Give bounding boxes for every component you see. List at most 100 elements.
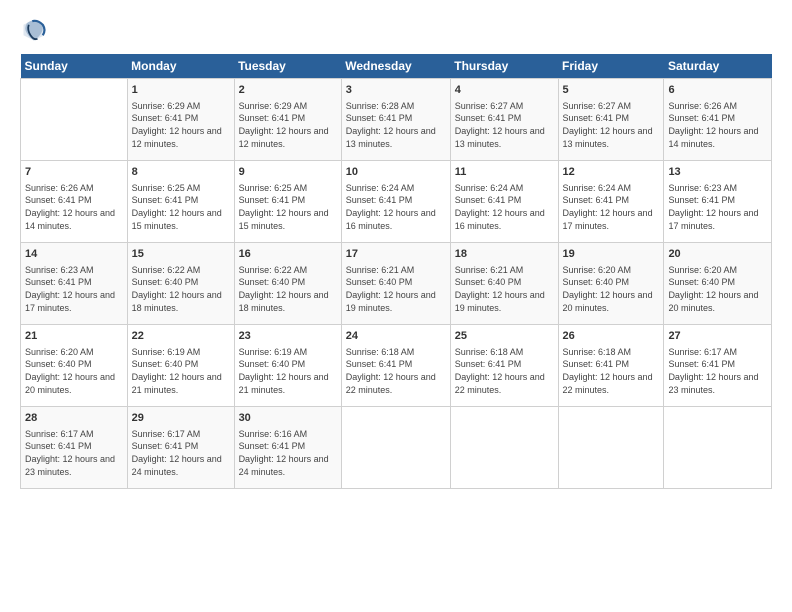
day-number: 25 (455, 329, 554, 344)
calendar-cell: 26Sunrise: 6:18 AMSunset: 6:41 PMDayligh… (558, 325, 664, 407)
day-info: Sunrise: 6:25 AMSunset: 6:41 PMDaylight:… (132, 182, 230, 232)
day-info: Sunrise: 6:18 AMSunset: 6:41 PMDaylight:… (455, 346, 554, 396)
calendar-cell: 16Sunrise: 6:22 AMSunset: 6:40 PMDayligh… (234, 243, 341, 325)
day-number: 13 (668, 165, 767, 180)
weekday-header-wednesday: Wednesday (341, 54, 450, 79)
weekday-header-tuesday: Tuesday (234, 54, 341, 79)
calendar-cell: 9 Sunrise: 6:25 AMSunset: 6:41 PMDaylight… (234, 161, 341, 243)
day-number: 24 (346, 329, 446, 344)
calendar-cell (664, 407, 772, 489)
weekday-header-row: SundayMondayTuesdayWednesdayThursdayFrid… (21, 54, 772, 79)
calendar-cell: 7Sunrise: 6:26 AMSunset: 6:41 PMDaylight… (21, 161, 128, 243)
calendar-cell: 17 Sunrise: 6:21 AMSunset: 6:40 PMDayligh… (341, 243, 450, 325)
day-number: 19 (563, 247, 660, 262)
calendar-week-4: 21 Sunrise: 6:20 AMSunset: 6:40 PMDayligh… (21, 325, 772, 407)
calendar-cell: 22Sunrise: 6:19 AMSunset: 6:40 PMDayligh… (127, 325, 234, 407)
day-info: Sunrise: 6:17 AMSunset: 6:41 PMDaylight:… (668, 346, 767, 396)
calendar-cell: 13 Sunrise: 6:23 AMSunset: 6:41 PMDayligh… (664, 161, 772, 243)
calendar-cell: 27 Sunrise: 6:17 AMSunset: 6:41 PMDayligh… (664, 325, 772, 407)
day-info: Sunrise: 6:24 AMSunset: 6:41 PMDaylight:… (455, 182, 554, 232)
day-number: 17 (346, 247, 446, 262)
header (20, 16, 772, 44)
day-info: Sunrise: 6:24 AMSunset: 6:41 PMDaylight:… (346, 182, 446, 232)
calendar-cell: 12 Sunrise: 6:24 AMSunset: 6:41 PMDayligh… (558, 161, 664, 243)
calendar-cell: 24 Sunrise: 6:18 AMSunset: 6:41 PMDayligh… (341, 325, 450, 407)
calendar-cell: 23Sunrise: 6:19 AMSunset: 6:40 PMDayligh… (234, 325, 341, 407)
calendar-cell: 19Sunrise: 6:20 AMSunset: 6:40 PMDayligh… (558, 243, 664, 325)
weekday-header-monday: Monday (127, 54, 234, 79)
day-info: Sunrise: 6:20 AMSunset: 6:40 PMDaylight:… (25, 346, 123, 396)
day-number: 7 (25, 165, 123, 180)
day-info: Sunrise: 6:18 AMSunset: 6:41 PMDaylight:… (346, 346, 446, 396)
day-info: Sunrise: 6:28 AMSunset: 6:41 PMDaylight:… (346, 100, 446, 150)
day-number: 15 (132, 247, 230, 262)
day-info: Sunrise: 6:19 AMSunset: 6:40 PMDaylight:… (239, 346, 337, 396)
calendar-cell: 10 Sunrise: 6:24 AMSunset: 6:41 PMDayligh… (341, 161, 450, 243)
calendar-cell: 15 Sunrise: 6:22 AMSunset: 6:40 PMDayligh… (127, 243, 234, 325)
day-number: 18 (455, 247, 554, 262)
calendar-cell: 4 Sunrise: 6:27 AMSunset: 6:41 PMDaylight… (450, 79, 558, 161)
day-info: Sunrise: 6:21 AMSunset: 6:40 PMDaylight:… (346, 264, 446, 314)
day-number: 21 (25, 329, 123, 344)
day-info: Sunrise: 6:23 AMSunset: 6:41 PMDaylight:… (668, 182, 767, 232)
day-number: 26 (563, 329, 660, 344)
day-info: Sunrise: 6:27 AMSunset: 6:41 PMDaylight:… (563, 100, 660, 150)
logo (20, 16, 50, 44)
day-info: Sunrise: 6:17 AMSunset: 6:41 PMDaylight:… (132, 428, 230, 478)
day-info: Sunrise: 6:29 AMSunset: 6:41 PMDaylight:… (132, 100, 230, 150)
day-info: Sunrise: 6:29 AMSunset: 6:41 PMDaylight:… (239, 100, 337, 150)
calendar-week-1: 1 Sunrise: 6:29 AMSunset: 6:41 PMDaylight… (21, 79, 772, 161)
calendar-cell: 14 Sunrise: 6:23 AMSunset: 6:41 PMDayligh… (21, 243, 128, 325)
day-number: 9 (239, 165, 337, 180)
day-info: Sunrise: 6:22 AMSunset: 6:40 PMDaylight:… (132, 264, 230, 314)
calendar-cell: 2 Sunrise: 6:29 AMSunset: 6:41 PMDaylight… (234, 79, 341, 161)
day-number: 27 (668, 329, 767, 344)
calendar-cell: 25 Sunrise: 6:18 AMSunset: 6:41 PMDayligh… (450, 325, 558, 407)
calendar-cell: 8 Sunrise: 6:25 AMSunset: 6:41 PMDaylight… (127, 161, 234, 243)
calendar-cell: 5 Sunrise: 6:27 AMSunset: 6:41 PMDaylight… (558, 79, 664, 161)
logo-icon (20, 16, 48, 44)
calendar-cell: 20Sunrise: 6:20 AMSunset: 6:40 PMDayligh… (664, 243, 772, 325)
weekday-header-sunday: Sunday (21, 54, 128, 79)
day-number: 30 (239, 411, 337, 426)
calendar-table: SundayMondayTuesdayWednesdayThursdayFrid… (20, 54, 772, 489)
day-info: Sunrise: 6:21 AMSunset: 6:40 PMDaylight:… (455, 264, 554, 314)
day-number: 11 (455, 165, 554, 180)
day-number: 16 (239, 247, 337, 262)
calendar-week-2: 7Sunrise: 6:26 AMSunset: 6:41 PMDaylight… (21, 161, 772, 243)
day-info: Sunrise: 6:20 AMSunset: 6:40 PMDaylight:… (668, 264, 767, 314)
day-info: Sunrise: 6:23 AMSunset: 6:41 PMDaylight:… (25, 264, 123, 314)
calendar-week-3: 14 Sunrise: 6:23 AMSunset: 6:41 PMDayligh… (21, 243, 772, 325)
weekday-header-friday: Friday (558, 54, 664, 79)
calendar-cell: 28Sunrise: 6:17 AMSunset: 6:41 PMDayligh… (21, 407, 128, 489)
day-number: 1 (132, 83, 230, 98)
page: SundayMondayTuesdayWednesdayThursdayFrid… (0, 0, 792, 612)
day-info: Sunrise: 6:17 AMSunset: 6:41 PMDaylight:… (25, 428, 123, 478)
day-number: 4 (455, 83, 554, 98)
calendar-cell: 18 Sunrise: 6:21 AMSunset: 6:40 PMDayligh… (450, 243, 558, 325)
calendar-cell: 3 Sunrise: 6:28 AMSunset: 6:41 PMDaylight… (341, 79, 450, 161)
day-number: 14 (25, 247, 123, 262)
weekday-header-thursday: Thursday (450, 54, 558, 79)
day-info: Sunrise: 6:26 AMSunset: 6:41 PMDaylight:… (668, 100, 767, 150)
day-number: 3 (346, 83, 446, 98)
day-info: Sunrise: 6:27 AMSunset: 6:41 PMDaylight:… (455, 100, 554, 150)
day-number: 12 (563, 165, 660, 180)
day-info: Sunrise: 6:24 AMSunset: 6:41 PMDaylight:… (563, 182, 660, 232)
calendar-cell (341, 407, 450, 489)
day-number: 2 (239, 83, 337, 98)
calendar-week-5: 28Sunrise: 6:17 AMSunset: 6:41 PMDayligh… (21, 407, 772, 489)
calendar-cell: 21 Sunrise: 6:20 AMSunset: 6:40 PMDayligh… (21, 325, 128, 407)
calendar-cell (450, 407, 558, 489)
day-number: 22 (132, 329, 230, 344)
day-number: 6 (668, 83, 767, 98)
day-info: Sunrise: 6:25 AMSunset: 6:41 PMDaylight:… (239, 182, 337, 232)
day-number: 5 (563, 83, 660, 98)
calendar-cell: 1 Sunrise: 6:29 AMSunset: 6:41 PMDaylight… (127, 79, 234, 161)
day-number: 8 (132, 165, 230, 180)
day-number: 10 (346, 165, 446, 180)
calendar-cell: 11 Sunrise: 6:24 AMSunset: 6:41 PMDayligh… (450, 161, 558, 243)
calendar-cell: 29Sunrise: 6:17 AMSunset: 6:41 PMDayligh… (127, 407, 234, 489)
weekday-header-saturday: Saturday (664, 54, 772, 79)
calendar-cell (21, 79, 128, 161)
